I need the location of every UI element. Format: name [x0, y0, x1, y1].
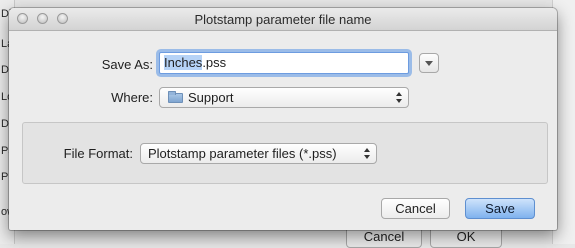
filename-selected-text: Inches	[164, 55, 203, 70]
where-popup[interactable]: Support	[159, 87, 409, 108]
updown-arrows-icon	[364, 147, 371, 160]
expand-dialog-button[interactable]	[419, 53, 439, 73]
filename-extension-text: .pss	[202, 55, 227, 70]
folder-icon	[168, 91, 183, 103]
file-format-value: Plotstamp parameter files (*.pss)	[148, 146, 337, 161]
where-value: Support	[188, 90, 234, 105]
cancel-button[interactable]: Cancel	[381, 198, 450, 219]
accessory-panel: File Format: Plotstamp parameter files (…	[22, 122, 548, 184]
file-format-popup[interactable]: Plotstamp parameter files (*.pss)	[140, 143, 377, 164]
updown-arrows-icon	[396, 91, 403, 104]
dialog-title: Plotstamp parameter file name	[194, 12, 372, 27]
filename-input[interactable]: Inches.pss	[159, 52, 409, 74]
where-label: Where:	[111, 90, 153, 105]
title-bar: Plotstamp parameter file name	[9, 8, 557, 31]
file-format-label: File Format:	[63, 146, 133, 161]
save-button[interactable]: Save	[465, 198, 535, 219]
save-dialog: Plotstamp parameter file name Save As: I…	[9, 8, 557, 230]
chevron-down-icon	[425, 61, 433, 66]
save-as-label: Save As:	[101, 57, 153, 72]
